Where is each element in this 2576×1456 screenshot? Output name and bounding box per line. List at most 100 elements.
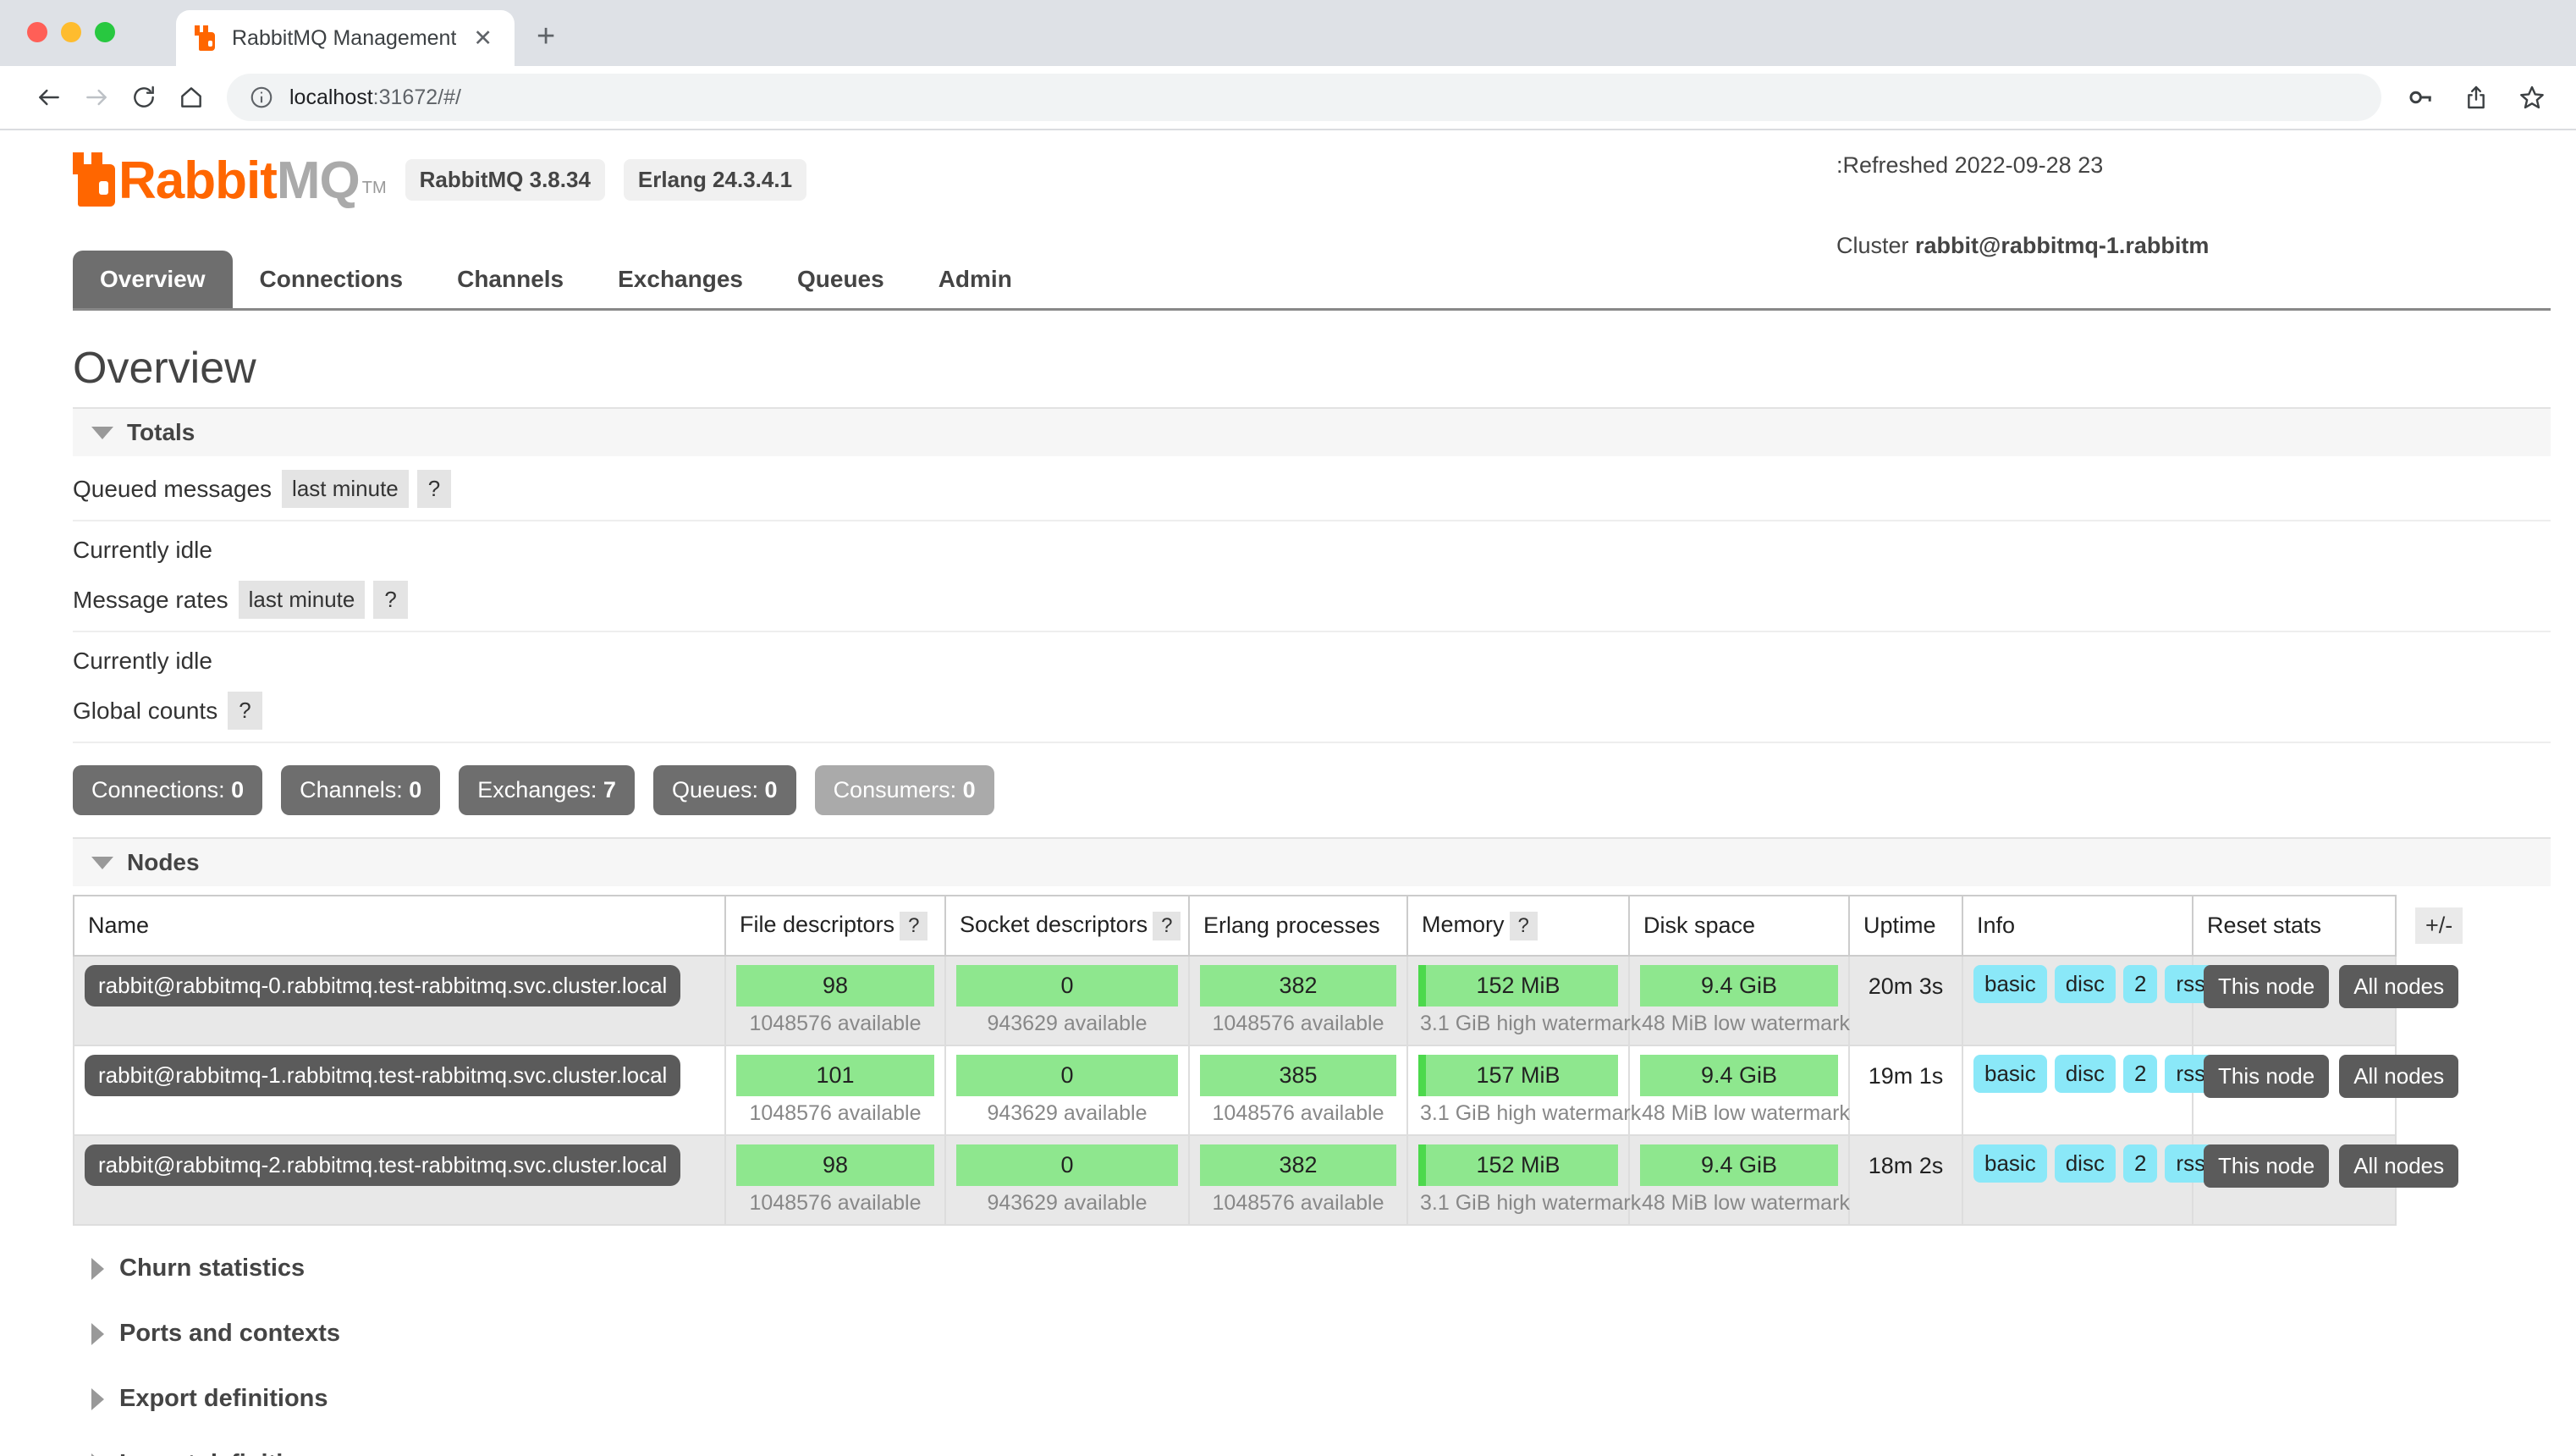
reset-all-nodes-button[interactable]: All nodes <box>2339 1144 2459 1188</box>
reset-this-node-button[interactable]: This node <box>2204 965 2330 1008</box>
back-icon[interactable] <box>25 74 73 121</box>
column-erlang-processes[interactable]: Erlang processes <box>1188 895 1408 957</box>
socket-descriptors-cell: 0 943629 available <box>944 1045 1190 1136</box>
file-descriptors-value: 98 <box>736 1144 934 1186</box>
erlang-processes-note: 1048576 available <box>1212 1012 1384 1035</box>
memory-value: 152 MiB <box>1418 965 1618 1007</box>
node-name-link[interactable]: rabbit@rabbitmq-2.rabbitmq.test-rabbitmq… <box>85 1144 681 1186</box>
column-name[interactable]: Name <box>73 895 726 957</box>
close-window-button[interactable] <box>27 22 47 42</box>
section-churn-statistics[interactable]: Churn statistics <box>73 1236 2551 1301</box>
uptime-value: 20m 3s <box>1868 973 1944 999</box>
node-name-link[interactable]: rabbit@rabbitmq-0.rabbitmq.test-rabbitmq… <box>85 965 681 1007</box>
count-exchanges-button[interactable]: Exchanges: 7 <box>459 765 635 815</box>
info-badge-basic[interactable]: basic <box>1973 1144 2047 1183</box>
reset-this-node-button[interactable]: This node <box>2204 1144 2330 1188</box>
memory-help-icon[interactable]: ? <box>1509 911 1538 940</box>
column-disk-space[interactable]: Disk space <box>1628 895 1850 957</box>
info-badge-basic[interactable]: basic <box>1973 1055 2047 1093</box>
column-socket-descriptors[interactable]: Socket descriptors? <box>944 895 1190 957</box>
queued-messages-period-selector[interactable]: last minute <box>282 470 409 508</box>
maximize-window-button[interactable] <box>95 22 115 42</box>
info-badge-count[interactable]: 2 <box>2122 1055 2158 1093</box>
reset-all-nodes-button[interactable]: All nodes <box>2339 1055 2459 1098</box>
home-icon[interactable] <box>168 74 215 121</box>
minimize-window-button[interactable] <box>61 22 81 42</box>
disk-space-cell: 9.4 GiB 48 MiB low watermark <box>1628 955 1850 1046</box>
close-tab-icon[interactable]: ✕ <box>470 26 496 50</box>
new-tab-icon[interactable]: + <box>537 20 555 66</box>
info-badge-count[interactable]: 2 <box>2122 965 2158 1003</box>
password-key-icon[interactable] <box>2407 84 2434 111</box>
caret-right-icon <box>91 1453 104 1456</box>
address-bar-url: localhost:31672/#/ <box>289 85 461 110</box>
count-consumers-button[interactable]: Consumers: 0 <box>814 765 994 815</box>
tab-channels[interactable]: Channels <box>430 251 591 308</box>
message-rates-help-icon[interactable]: ? <box>373 581 408 619</box>
file-descriptors-note: 1048576 available <box>749 1101 922 1125</box>
info-badge-disc[interactable]: disc <box>2054 1144 2116 1183</box>
erlang-processes-note: 1048576 available <box>1212 1191 1384 1215</box>
tab-overview[interactable]: Overview <box>73 251 233 308</box>
count-channels-button[interactable]: Channels: 0 <box>281 765 441 815</box>
info-badge-disc[interactable]: disc <box>2054 1055 2116 1093</box>
cluster-info: Cluster rabbit@rabbitmq-1.rabbitm <box>1836 233 2576 259</box>
browser-tab[interactable]: RabbitMQ Management ✕ <box>176 10 515 66</box>
disk-space-note: 48 MiB low watermark <box>1642 1191 1850 1215</box>
socket-descriptors-note: 943629 available <box>987 1191 1148 1215</box>
tab-strip: RabbitMQ Management ✕ + <box>176 10 555 66</box>
memory-cell: 152 MiB 3.1 GiB high watermark <box>1406 955 1641 1046</box>
count-connections-button[interactable]: Connections: 0 <box>73 765 263 815</box>
reset-all-nodes-button[interactable]: All nodes <box>2339 965 2459 1008</box>
rabbitmq-logo[interactable]: RabbitMQ TM <box>73 152 387 207</box>
info-badge-disc[interactable]: disc <box>2054 965 2116 1003</box>
disk-space-value: 9.4 GiB <box>1640 965 1838 1007</box>
totals-section-header[interactable]: Totals <box>73 407 2551 456</box>
queued-messages-label: Queued messages <box>73 475 272 502</box>
toggle-columns-button[interactable]: +/- <box>2415 907 2463 944</box>
node-name-cell: rabbit@rabbitmq-1.rabbitmq.test-rabbitmq… <box>73 1045 726 1136</box>
file-descriptors-help-icon[interactable]: ? <box>900 911 928 940</box>
tab-exchanges[interactable]: Exchanges <box>591 251 770 308</box>
caret-right-icon <box>91 1387 104 1410</box>
erlang-processes-value: 382 <box>1200 965 1396 1007</box>
reload-icon[interactable] <box>120 74 168 121</box>
column-uptime[interactable]: Uptime <box>1848 895 1963 957</box>
column-memory[interactable]: Memory? <box>1406 895 1630 957</box>
socket-descriptors-help-icon[interactable]: ? <box>1153 911 1181 940</box>
queued-messages-help-icon[interactable]: ? <box>416 470 452 508</box>
tab-connections[interactable]: Connections <box>233 251 431 308</box>
tab-queues[interactable]: Queues <box>770 251 911 308</box>
bookmark-star-icon[interactable] <box>2518 84 2546 111</box>
reset-this-node-button[interactable]: This node <box>2204 1055 2330 1098</box>
nodes-table: Name File descriptors? Socket descriptor… <box>73 895 2469 1226</box>
table-header-row: Name File descriptors? Socket descriptor… <box>73 895 2469 957</box>
socket-descriptors-value: 0 <box>956 1055 1178 1096</box>
info-badge-count[interactable]: 2 <box>2122 1144 2158 1183</box>
column-info[interactable]: Info <box>1962 895 2193 957</box>
section-export-definitions[interactable]: Export definitions <box>73 1366 2551 1431</box>
uptime-value: 18m 2s <box>1868 1153 1944 1178</box>
site-info-icon[interactable] <box>249 85 274 110</box>
tab-admin[interactable]: Admin <box>911 251 1039 308</box>
browser-toolbar: localhost:31672/#/ <box>0 66 2576 130</box>
erlang-processes-cell: 382 1048576 available <box>1188 1134 1408 1226</box>
disk-space-value: 9.4 GiB <box>1640 1055 1838 1096</box>
address-bar[interactable]: localhost:31672/#/ <box>227 74 2381 121</box>
column-reset-stats[interactable]: Reset stats <box>2192 895 2397 957</box>
global-counts-help-icon[interactable]: ? <box>228 692 262 730</box>
count-queues-button[interactable]: Queues: 0 <box>652 765 796 815</box>
message-rates-period-selector[interactable]: last minute <box>238 581 366 619</box>
section-import-definitions[interactable]: Import definitions <box>73 1431 2551 1456</box>
column-file-descriptors[interactable]: File descriptors? <box>724 895 946 957</box>
share-icon[interactable] <box>2463 84 2490 111</box>
column-toggle-header: +/- <box>2396 896 2469 956</box>
forward-icon[interactable] <box>73 74 120 121</box>
info-badge-basic[interactable]: basic <box>1973 965 2047 1003</box>
totals-section-title: Totals <box>127 419 195 445</box>
node-name-link[interactable]: rabbit@rabbitmq-1.rabbitmq.test-rabbitmq… <box>85 1055 681 1096</box>
section-ports-and-contexts[interactable]: Ports and contexts <box>73 1301 2551 1366</box>
nodes-section-header[interactable]: Nodes <box>73 837 2551 886</box>
message-rates-row: Message rates last minute ? <box>73 576 2551 632</box>
info-cell: basic disc 2 rss <box>1962 1134 2217 1226</box>
